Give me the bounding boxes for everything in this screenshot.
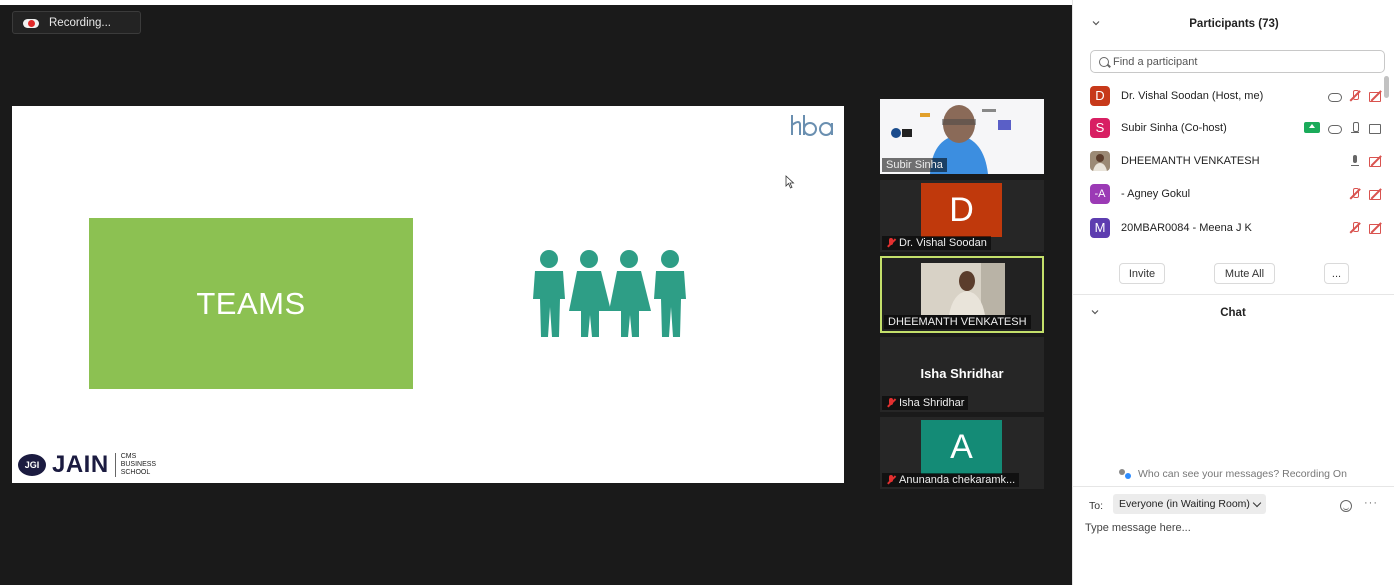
video-name: DHEEMANTH VENKATESH bbox=[888, 316, 1027, 328]
video-name: Anunanda chekaramk... bbox=[899, 474, 1016, 486]
chevron-down-icon[interactable] bbox=[1091, 18, 1101, 28]
chat-more-button[interactable]: ··· bbox=[1364, 497, 1378, 509]
participant-name: DHEEMANTH VENKATESH bbox=[1121, 154, 1260, 167]
teams-box: TEAMS bbox=[89, 218, 413, 389]
video-name-tag: Dr. Vishal Soodan bbox=[882, 236, 991, 250]
video-name-tag: Subir Sinha bbox=[882, 158, 947, 172]
video-name-tag: DHEEMANTH VENKATESH bbox=[884, 315, 1031, 329]
recipient-dropdown[interactable]: Everyone (in Waiting Room) bbox=[1113, 494, 1266, 514]
cms-business-school: CMS BUSINESS SCHOOL bbox=[114, 453, 157, 477]
participant-row[interactable]: -A - Agney Gokul bbox=[1073, 177, 1394, 210]
video-name: Dr. Vishal Soodan bbox=[899, 237, 987, 249]
chat-header: Chat bbox=[1072, 298, 1394, 328]
chat-notice-text: Who can see your messages? Recording On bbox=[1137, 468, 1347, 480]
search-input[interactable] bbox=[1113, 55, 1373, 68]
camera-off-icon[interactable] bbox=[1369, 188, 1383, 200]
panel-divider bbox=[1072, 294, 1394, 295]
chat-divider bbox=[1072, 486, 1394, 487]
mic-off-icon bbox=[886, 238, 896, 248]
mouse-cursor-icon bbox=[785, 175, 795, 189]
participant-search[interactable] bbox=[1090, 50, 1385, 73]
avatar-photo bbox=[1090, 150, 1110, 171]
team-people-icon bbox=[533, 250, 686, 337]
video-name-tag: Anunanda chekaramk... bbox=[882, 473, 1020, 487]
video-name: Subir Sinha bbox=[886, 159, 943, 171]
participant-row[interactable]: M 20MBAR0084 - Meena J K bbox=[1073, 211, 1394, 244]
share-screen-icon bbox=[1304, 122, 1320, 133]
recording-indicator[interactable]: Recording... bbox=[12, 11, 141, 34]
cms-line-3: SCHOOL bbox=[120, 469, 151, 476]
participant-row[interactable]: S Subir Sinha (Co-host) bbox=[1073, 111, 1394, 144]
chat-message-input[interactable] bbox=[1085, 518, 1380, 538]
hba-logo-icon bbox=[791, 115, 833, 136]
participant-row[interactable]: DHEEMANTH VENKATESH bbox=[1073, 144, 1394, 177]
camera-off-icon[interactable] bbox=[1369, 155, 1383, 167]
chat-privacy-notice[interactable]: Who can see your messages? Recording On bbox=[1072, 468, 1394, 480]
participant-name: 20MBAR0084 - Meena J K bbox=[1121, 221, 1252, 234]
avatar: M bbox=[1090, 217, 1110, 238]
jain-wordmark: JAIN bbox=[52, 451, 109, 478]
mic-off-icon[interactable] bbox=[1348, 221, 1362, 234]
mic-off-icon bbox=[886, 398, 896, 408]
participant-row[interactable]: D Dr. Vishal Soodan (Host, me) bbox=[1073, 79, 1394, 112]
jain-brand-logo: JGI JAIN CMS BUSINESS SCHOOL bbox=[18, 451, 156, 479]
recording-cloud-icon bbox=[23, 17, 39, 29]
top-strip bbox=[0, 0, 1072, 5]
chevron-down-icon[interactable] bbox=[1090, 307, 1100, 317]
video-name: Isha Shridhar bbox=[899, 397, 965, 409]
camera-icon[interactable] bbox=[1369, 122, 1383, 134]
jgi-badge: JGI bbox=[18, 454, 46, 476]
video-center-name: Isha Shridhar bbox=[920, 366, 1004, 381]
chat-title: Chat bbox=[1220, 307, 1246, 319]
video-tile-dheemanth[interactable]: DHEEMANTH VENKATESH bbox=[880, 256, 1044, 333]
mic-off-icon bbox=[886, 475, 896, 485]
mic-off-icon[interactable] bbox=[1348, 187, 1362, 200]
mic-icon[interactable] bbox=[1348, 154, 1362, 167]
to-label: To: bbox=[1089, 500, 1104, 512]
teams-label: TEAMS bbox=[196, 285, 306, 321]
participant-name: - Agney Gokul bbox=[1121, 187, 1191, 200]
participant-name: Subir Sinha (Co-host) bbox=[1121, 121, 1227, 134]
participants-scrollbar[interactable] bbox=[1384, 76, 1389, 98]
avatar: S bbox=[1090, 117, 1110, 138]
people-icon bbox=[1119, 469, 1132, 480]
camera-off-icon[interactable] bbox=[1369, 222, 1383, 234]
avatar: A bbox=[921, 420, 1002, 474]
mute-all-button[interactable]: Mute All bbox=[1214, 263, 1275, 284]
cms-line-2: BUSINESS bbox=[120, 461, 157, 468]
camera-off-icon[interactable] bbox=[1369, 90, 1383, 102]
avatar: D bbox=[1090, 85, 1110, 106]
chevron-down-icon bbox=[1252, 498, 1262, 507]
more-options-button[interactable]: ... bbox=[1324, 263, 1349, 284]
avatar: -A bbox=[1090, 183, 1110, 204]
recording-label: Recording... bbox=[49, 16, 112, 29]
participants-title: Participants (73) bbox=[1189, 18, 1279, 30]
video-name-tag: Isha Shridhar bbox=[882, 396, 969, 410]
video-tile-subir[interactable]: Subir Sinha bbox=[880, 99, 1044, 174]
avatar: D bbox=[921, 183, 1002, 237]
mic-icon[interactable] bbox=[1348, 121, 1362, 134]
shared-slide: TEAMS JGI JAIN CMS BUSINESS SCHOOL bbox=[12, 106, 844, 483]
recipient-value: Everyone (in Waiting Room) bbox=[1119, 498, 1250, 510]
cms-line-1: CMS bbox=[120, 453, 137, 460]
avatar-initial: A bbox=[950, 427, 973, 466]
video-tile-vishal[interactable]: D Dr. Vishal Soodan bbox=[880, 180, 1044, 252]
video-tile-anunanda[interactable]: A Anunanda chekaramk... bbox=[880, 417, 1044, 489]
cloud-icon bbox=[1327, 90, 1342, 102]
camera-feed bbox=[921, 263, 1005, 315]
avatar-initial: D bbox=[949, 190, 974, 229]
participants-header: Participants (73) bbox=[1073, 9, 1394, 39]
participant-name: Dr. Vishal Soodan (Host, me) bbox=[1121, 89, 1264, 102]
mic-off-icon[interactable] bbox=[1348, 89, 1362, 102]
invite-button[interactable]: Invite bbox=[1119, 263, 1165, 284]
emoji-icon[interactable] bbox=[1340, 500, 1352, 512]
video-tile-isha[interactable]: Isha Shridhar Isha Shridhar bbox=[880, 337, 1044, 412]
search-icon bbox=[1099, 56, 1109, 67]
cloud-icon bbox=[1327, 122, 1342, 134]
